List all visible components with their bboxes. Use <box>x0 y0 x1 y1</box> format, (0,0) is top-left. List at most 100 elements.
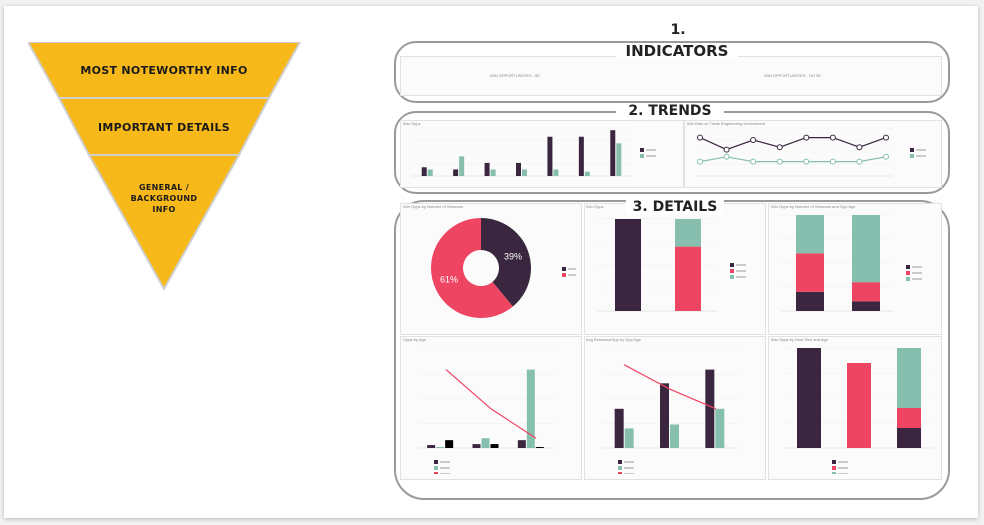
indicators-number: 1. <box>644 23 712 37</box>
line-point <box>750 158 757 165</box>
line-point <box>750 137 757 143</box>
bar <box>614 408 624 448</box>
kpi-panel <box>400 56 942 96</box>
line-point <box>829 158 836 165</box>
stacked-segment <box>796 215 824 254</box>
win-rate-line <box>623 364 717 410</box>
bar <box>453 169 459 176</box>
line-point <box>697 134 703 141</box>
pyramid-level-bottom <box>87 154 241 292</box>
bar <box>624 428 634 448</box>
legend-swatch <box>910 154 914 158</box>
line-point <box>883 134 889 141</box>
stacked-segment <box>897 348 921 408</box>
bar <box>445 440 454 448</box>
bar <box>459 156 465 176</box>
legend-swatch <box>730 275 734 279</box>
stacked-segment <box>615 219 641 311</box>
legend-swatch <box>618 472 622 474</box>
bar <box>610 130 616 176</box>
bar <box>421 167 427 176</box>
legend-swatch <box>562 267 566 271</box>
bar <box>516 162 521 176</box>
line-point <box>803 134 810 141</box>
pie-slice-label: 61% <box>440 275 458 285</box>
legend-swatch <box>640 154 644 158</box>
legend-swatch <box>906 265 910 269</box>
bar <box>535 447 544 448</box>
bar <box>472 444 481 448</box>
inverted-pyramid <box>28 42 302 292</box>
stacked-segment <box>897 428 921 448</box>
line-point <box>856 144 863 151</box>
bar <box>578 136 584 176</box>
trend-bar-chart <box>412 127 656 177</box>
win-rate-line <box>445 369 537 439</box>
trend-line-chart <box>696 127 926 177</box>
stacked-segment <box>675 219 701 247</box>
legend-swatch <box>640 148 644 152</box>
details-title: 3. DETAILS <box>626 200 724 214</box>
line-point <box>776 158 783 165</box>
legend-swatch <box>910 148 914 152</box>
bar-title: Win Opps <box>586 204 604 209</box>
bar <box>705 369 715 448</box>
trends-title: 2. TRENDS <box>616 104 724 118</box>
stacked-segment <box>852 282 880 302</box>
stacked-segment <box>675 246 701 311</box>
line-point <box>723 153 730 160</box>
bar <box>553 169 559 176</box>
pie-chart: 39% 61% <box>431 218 576 318</box>
legend-swatch <box>832 460 836 464</box>
legend-swatch <box>434 466 438 470</box>
stacked-segment <box>796 291 824 311</box>
stacked-segment <box>852 215 880 283</box>
stack-title: Win Opps by Number of Sessions and Opp A… <box>771 204 856 209</box>
line-point <box>856 158 863 165</box>
legend-swatch <box>906 271 910 275</box>
opps-age-title: Opps by Age <box>403 337 426 342</box>
pyramid-label-most-noteworthy: MOST NOTEWORTHY INFO <box>80 64 248 77</box>
opps-age-chart <box>418 349 554 474</box>
sessions-age-title: Avg Sessions/Opp by Opp Age <box>586 337 641 342</box>
bar <box>490 444 499 448</box>
stacked-segment <box>897 408 921 428</box>
line-point <box>723 146 730 153</box>
legend-swatch <box>434 472 438 474</box>
kpi-right-label: WIN OPPORTUNITIES - NO 5E <box>764 73 822 78</box>
line-point <box>803 158 810 165</box>
pyramid-label-important-details: IMPORTANT DETAILS <box>97 121 231 134</box>
legend-swatch <box>832 472 836 474</box>
bar <box>660 383 669 448</box>
indicators-title: INDICATORS <box>616 43 738 59</box>
bar <box>584 171 590 176</box>
stacked-segment <box>852 301 880 311</box>
stacked-bar-chart <box>598 218 746 312</box>
line-point <box>697 158 703 165</box>
pie-title: Win Opps by Number of Sessions <box>403 204 464 209</box>
line-point <box>883 153 889 160</box>
legend-swatch <box>618 466 622 470</box>
pyramid-label-general-background: GENERAL / BACKGROUND INFO <box>130 183 198 214</box>
stacked-segment <box>796 253 824 292</box>
legend-swatch <box>434 460 438 464</box>
legend-swatch <box>562 273 566 277</box>
slide: MOST NOTEWORTHY INFO IMPORTANT DETAILS G… <box>4 6 978 518</box>
line-point <box>776 144 783 151</box>
bar <box>547 136 553 176</box>
bar <box>427 445 436 448</box>
sessions-age-chart <box>602 349 738 474</box>
bar <box>436 447 445 448</box>
bar <box>481 438 490 448</box>
stacked-age-chart <box>782 214 922 312</box>
bar <box>616 143 622 176</box>
legend-swatch <box>730 263 734 267</box>
bar <box>522 169 527 176</box>
bar <box>484 162 490 176</box>
deal-size-chart <box>784 347 934 474</box>
bar <box>490 169 496 176</box>
stacked-segment <box>847 363 871 448</box>
deal-size-title: Win Opps by Deal Size and Age <box>771 337 828 342</box>
bar <box>715 408 725 448</box>
legend-swatch <box>618 460 622 464</box>
